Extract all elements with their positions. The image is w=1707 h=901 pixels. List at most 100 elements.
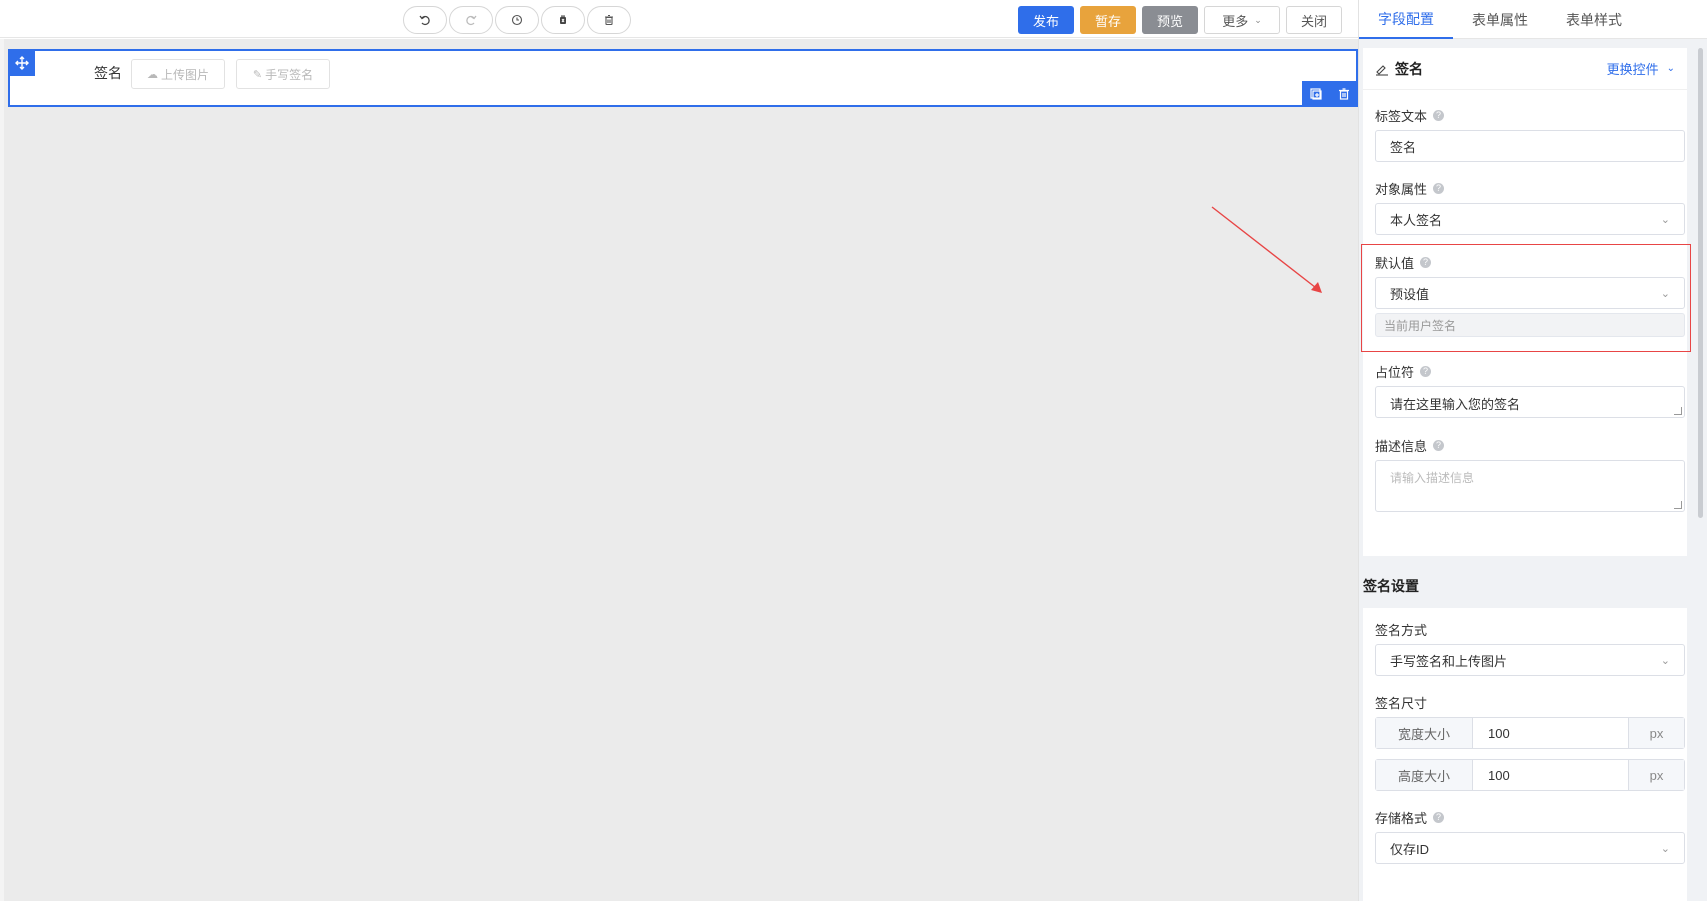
control-header: 签名 更换控件 ⌄ xyxy=(1363,48,1687,90)
clear-icon xyxy=(560,15,566,24)
signature-mode-title: 签名方式 xyxy=(1375,623,1428,638)
signature-size-label: 签名尺寸 xyxy=(1375,693,1427,712)
save-button[interactable]: 暂存 xyxy=(1080,6,1136,34)
move-icon xyxy=(15,56,29,70)
history-button[interactable] xyxy=(495,6,539,34)
field-label: 签名 xyxy=(94,65,122,81)
upload-label: 上传图片 xyxy=(160,67,209,82)
width-input[interactable]: 100 xyxy=(1473,718,1628,748)
history-toolbar xyxy=(403,6,631,34)
signature-settings-card: 签名方式 手写签名和上传图片 ⌄ 签名尺寸 宽度大小 100 px 高度大小 1… xyxy=(1363,608,1687,901)
signature-settings-title: 签名设置 xyxy=(1363,578,1419,594)
trash-icon xyxy=(1339,88,1349,100)
default-value-label: 默认值 ? xyxy=(1375,253,1432,272)
pen-icon: ✎ xyxy=(252,68,263,81)
height-input-group: 高度大小 100 px xyxy=(1375,759,1685,791)
chevron-down-icon: ⌄ xyxy=(1660,287,1670,300)
upload-image-button[interactable]: ☁ 上传图片 xyxy=(131,59,225,89)
delete-all-button[interactable] xyxy=(587,6,631,34)
handwrite-label: 手写签名 xyxy=(265,67,314,82)
more-dropdown[interactable]: 更多 ⌄ xyxy=(1204,6,1280,34)
help-icon[interactable]: ? xyxy=(1433,440,1445,451)
storage-format-value: 仅存ID xyxy=(1390,841,1430,857)
clear-button[interactable] xyxy=(541,6,585,34)
description-label: 描述信息 ? xyxy=(1375,436,1445,455)
object-property-title: 对象属性 xyxy=(1375,182,1428,197)
copy-field-button[interactable] xyxy=(1302,81,1330,107)
storage-format-select[interactable]: 仅存ID ⌄ xyxy=(1375,832,1685,864)
object-property-value: 本人签名 xyxy=(1390,212,1443,228)
action-buttons: 发布 暂存 预览 更多 ⌄ 关闭 xyxy=(1018,6,1342,34)
delete-icon xyxy=(605,14,613,26)
tab-field-config[interactable]: 字段配置 xyxy=(1359,0,1453,39)
placeholder-value: 请在这里输入您的签名 xyxy=(1390,397,1521,412)
tab-form-properties[interactable]: 表单属性 xyxy=(1453,0,1547,39)
chevron-down-icon: ⌄ xyxy=(1660,654,1670,667)
storage-format-title: 存储格式 xyxy=(1375,811,1428,826)
help-icon[interactable]: ? xyxy=(1433,812,1445,823)
field-tools xyxy=(1302,81,1358,107)
more-label: 更多 xyxy=(1222,13,1249,29)
signature-mode-label: 签名方式 xyxy=(1375,620,1427,639)
label-text-label: 标签文本 ? xyxy=(1375,106,1445,125)
control-type: 签名 xyxy=(1375,59,1423,79)
default-value-title: 默认值 xyxy=(1375,256,1415,271)
handwrite-signature-button[interactable]: ✎ 手写签名 xyxy=(236,59,330,89)
panel-scrollbar[interactable] xyxy=(1698,48,1703,518)
description-title: 描述信息 xyxy=(1375,439,1428,454)
height-prefix: 高度大小 xyxy=(1376,760,1473,790)
help-icon[interactable]: ? xyxy=(1420,366,1432,377)
undo-icon xyxy=(419,15,430,26)
field-config-card: 签名 更换控件 ⌄ 标签文本 ? 签名 对象属性 ? 本人签名 ⌄ 默认值 ? xyxy=(1361,48,1691,556)
chevron-down-icon: ⌄ xyxy=(1254,14,1262,25)
switch-control-label: 更换控件 xyxy=(1606,62,1659,77)
tab-form-style[interactable]: 表单样式 xyxy=(1547,0,1641,39)
delete-field-button[interactable] xyxy=(1330,81,1358,107)
publish-button[interactable]: 发布 xyxy=(1018,6,1074,34)
width-input-group: 宽度大小 100 px xyxy=(1375,717,1685,749)
default-value-hint: 当前用户签名 xyxy=(1375,313,1685,337)
switch-control-button[interactable]: 更换控件 ⌄ xyxy=(1607,59,1675,78)
width-unit: px xyxy=(1628,718,1684,748)
drag-handle[interactable] xyxy=(9,50,35,76)
form-canvas[interactable]: 签名 ☁ 上传图片 ✎ 手写签名 xyxy=(0,39,1358,901)
redo-button[interactable] xyxy=(449,6,493,34)
redo-icon xyxy=(466,15,477,26)
object-property-select[interactable]: 本人签名 ⌄ xyxy=(1375,203,1685,235)
label-text-title: 标签文本 xyxy=(1375,109,1428,124)
resize-handle[interactable] xyxy=(1674,501,1682,509)
default-value-select[interactable]: 预设值 ⌄ xyxy=(1375,277,1685,309)
placeholder-title: 占位符 xyxy=(1375,365,1415,380)
placeholder-label: 占位符 ? xyxy=(1375,362,1432,381)
copy-icon xyxy=(1310,88,1322,100)
chevron-down-icon: ⌄ xyxy=(1660,842,1670,855)
description-placeholder: 请输入描述信息 xyxy=(1390,471,1475,485)
help-icon[interactable]: ? xyxy=(1433,110,1445,121)
signature-mode-value: 手写签名和上传图片 xyxy=(1390,653,1508,669)
description-textarea[interactable]: 请输入描述信息 xyxy=(1375,460,1685,512)
signature-mode-select[interactable]: 手写签名和上传图片 ⌄ xyxy=(1375,644,1685,676)
object-property-label: 对象属性 ? xyxy=(1375,179,1445,198)
height-input[interactable]: 100 xyxy=(1473,760,1628,790)
label-text-input[interactable]: 签名 xyxy=(1375,130,1685,162)
storage-format-label: 存储格式 ? xyxy=(1375,808,1445,827)
chevron-down-icon: ⌄ xyxy=(1666,63,1675,74)
canvas-edge xyxy=(0,39,4,901)
resize-handle[interactable] xyxy=(1674,407,1682,415)
height-unit: px xyxy=(1628,760,1684,790)
help-icon[interactable]: ? xyxy=(1420,257,1432,268)
properties-panel: 字段配置 表单属性 表单样式 签名 更换控件 ⌄ 标签文本 ? 签名 对象属性 … xyxy=(1358,0,1707,901)
default-value-value: 预设值 xyxy=(1390,286,1430,302)
placeholder-textarea[interactable]: 请在这里输入您的签名 xyxy=(1375,386,1685,418)
undo-button[interactable] xyxy=(403,6,447,34)
top-toolbar: 发布 暂存 预览 更多 ⌄ 关闭 xyxy=(0,0,1358,38)
control-name: 签名 xyxy=(1395,60,1423,77)
preview-button[interactable]: 预览 xyxy=(1142,6,1198,34)
signature-field[interactable]: 签名 ☁ 上传图片 ✎ 手写签名 xyxy=(8,49,1358,107)
close-button[interactable]: 关闭 xyxy=(1286,6,1342,34)
signature-icon xyxy=(1376,64,1388,76)
panel-tabs: 字段配置 表单属性 表单样式 xyxy=(1359,0,1707,39)
width-prefix: 宽度大小 xyxy=(1376,718,1473,748)
help-icon[interactable]: ? xyxy=(1433,183,1445,194)
signature-size-title: 签名尺寸 xyxy=(1375,696,1428,711)
